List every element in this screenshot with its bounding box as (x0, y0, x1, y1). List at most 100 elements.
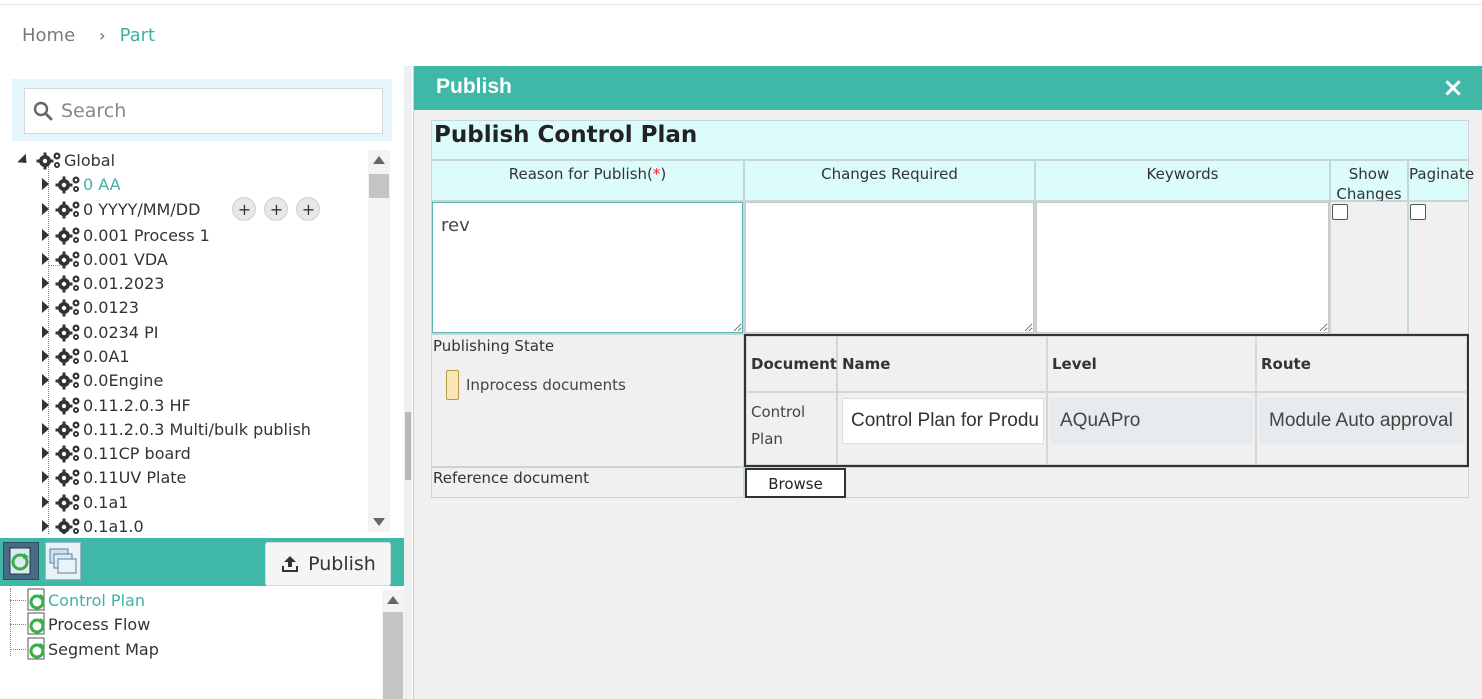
gears-icon (55, 176, 80, 194)
keywords-textarea[interactable] (1036, 202, 1329, 333)
doc-tree-item[interactable]: Process Flow (26, 612, 150, 636)
browse-button[interactable]: Browse (745, 468, 846, 498)
expand-icon[interactable] (42, 253, 49, 265)
gears-icon (55, 348, 80, 366)
tree-item[interactable]: 0.0234 PI (42, 320, 158, 344)
doc-tree-item[interactable]: Control Plan (26, 588, 145, 612)
expand-icon[interactable] (42, 399, 49, 411)
route-table-cell: Control Plan for Produ (837, 392, 1047, 465)
tree-item[interactable]: 0.0123 (42, 295, 139, 319)
tree-item[interactable]: 0 YYYY/MM/DD + + + (42, 197, 321, 221)
dialog-header: Publish × (414, 66, 1482, 110)
route-table-header: Name (837, 336, 1047, 392)
gears-icon (55, 372, 80, 390)
doc-tree-item-label: Control Plan (48, 590, 145, 610)
tree-item-label: 0 YYYY/MM/DD (83, 199, 201, 219)
paginate-checkbox[interactable] (1410, 204, 1426, 220)
expand-icon[interactable] (42, 301, 49, 313)
publish-button[interactable]: Publish (265, 542, 391, 586)
gears-icon (55, 518, 80, 534)
tree-item-label: 0.0123 (83, 297, 139, 317)
expand-icon[interactable] (42, 374, 49, 386)
changes-cell (744, 201, 1035, 334)
route-table-cell: Module Auto approval (1256, 392, 1467, 465)
breadcrumb-home[interactable]: Home (22, 25, 75, 46)
document-tree-scrollbar[interactable] (382, 590, 404, 699)
tree-root-global[interactable]: Global (17, 148, 116, 172)
scroll-up-icon[interactable] (373, 156, 385, 164)
expand-icon[interactable] (42, 203, 49, 215)
route-table-cell: AQuAPro (1047, 392, 1256, 465)
expand-icon[interactable] (42, 496, 49, 508)
close-icon[interactable]: × (1439, 73, 1467, 103)
publishing-state-label: Publishing State (433, 337, 555, 355)
dialog-title: Publish (436, 75, 512, 98)
show-changes-label-1: Show (1348, 165, 1390, 183)
tree-item[interactable]: 0.01.2023 (42, 271, 164, 295)
search-input[interactable] (59, 99, 359, 123)
scroll-down-icon[interactable] (373, 518, 385, 526)
tree-item-label: 0.0Engine (83, 370, 164, 390)
reason-header: Reason for Publish(*) (431, 160, 744, 201)
expand-icon[interactable] (42, 350, 49, 362)
scroll-up-icon[interactable] (387, 596, 399, 604)
tree-item[interactable]: 0.0Engine (42, 368, 163, 392)
show-changes-checkbox[interactable] (1332, 204, 1348, 220)
expand-icon[interactable] (42, 277, 49, 289)
expand-icon[interactable] (42, 178, 49, 190)
doc-tree-item-label: Process Flow (48, 614, 151, 634)
tree-item-label: 0.1a1.0 (83, 516, 144, 535)
tree-item-label: 0 AA (83, 174, 121, 194)
tree-item[interactable]: 0.11CP board (42, 441, 191, 465)
paginate-cell (1408, 201, 1469, 334)
tree-root-label: Global (64, 150, 116, 170)
splitter-handle[interactable] (405, 412, 411, 480)
publish-dialog: Publish × Publish Control Plan Reason fo… (413, 66, 1482, 699)
add-icon[interactable]: + (296, 197, 321, 221)
search-box[interactable] (24, 88, 383, 134)
gears-icon (55, 324, 80, 342)
tree-item[interactable]: 0.11UV Plate (42, 465, 186, 489)
reason-textarea[interactable]: rev (432, 202, 743, 333)
document-cycle-icon (27, 612, 45, 635)
breadcrumb: Home › Part (22, 22, 155, 48)
gears-icon (55, 201, 80, 219)
route-table-cell: Control Plan (746, 392, 837, 465)
name-input[interactable]: Control Plan for Produ (842, 398, 1044, 444)
tree-item-label: 0.0A1 (83, 346, 130, 366)
expand-icon[interactable] (42, 229, 49, 241)
changes-header: Changes Required (744, 160, 1035, 201)
gears-icon (55, 227, 80, 245)
tree-item[interactable]: 0.1a1.0 (42, 514, 144, 534)
scroll-thumb[interactable] (369, 174, 389, 198)
tree-item-label: 0.11UV Plate (83, 467, 187, 487)
tree-item-label: 0.001 Process 1 (83, 225, 210, 245)
document-view-button[interactable] (3, 542, 39, 580)
expand-icon[interactable] (42, 423, 49, 435)
panel-splitter[interactable] (404, 66, 412, 699)
publish-button-label: Publish (308, 553, 376, 575)
expand-icon[interactable] (42, 326, 49, 338)
scroll-thumb[interactable] (383, 612, 403, 699)
expand-icon[interactable] (42, 447, 49, 459)
collapse-icon[interactable] (17, 153, 31, 167)
chevron-right-icon: › (99, 25, 106, 45)
multi-document-button[interactable] (45, 542, 81, 580)
tree-item[interactable]: 0.1a1 (42, 490, 128, 514)
route-field: Module Auto approval (1259, 398, 1464, 444)
add-icon[interactable]: + (232, 197, 257, 221)
add-icon[interactable]: + (264, 197, 289, 221)
document-toolbar: Publish (0, 538, 404, 586)
tree-item[interactable]: 0.001 Process 1 (42, 223, 210, 247)
tree-scrollbar[interactable] (368, 150, 390, 532)
tree-item[interactable]: 0.11.2.0.3 Multi/bulk publish (42, 417, 311, 441)
tree-item[interactable]: 0.001 VDA (42, 247, 168, 271)
doc-tree-item[interactable]: Segment Map (26, 637, 159, 661)
tree-item[interactable]: 0.0A1 (42, 344, 130, 368)
breadcrumb-current[interactable]: Part (120, 25, 156, 46)
expand-icon[interactable] (42, 520, 49, 532)
changes-textarea[interactable] (745, 202, 1034, 333)
expand-icon[interactable] (42, 471, 49, 483)
tree-item[interactable]: 0 AA (42, 172, 121, 196)
tree-item[interactable]: 0.11.2.0.3 HF (42, 393, 191, 417)
